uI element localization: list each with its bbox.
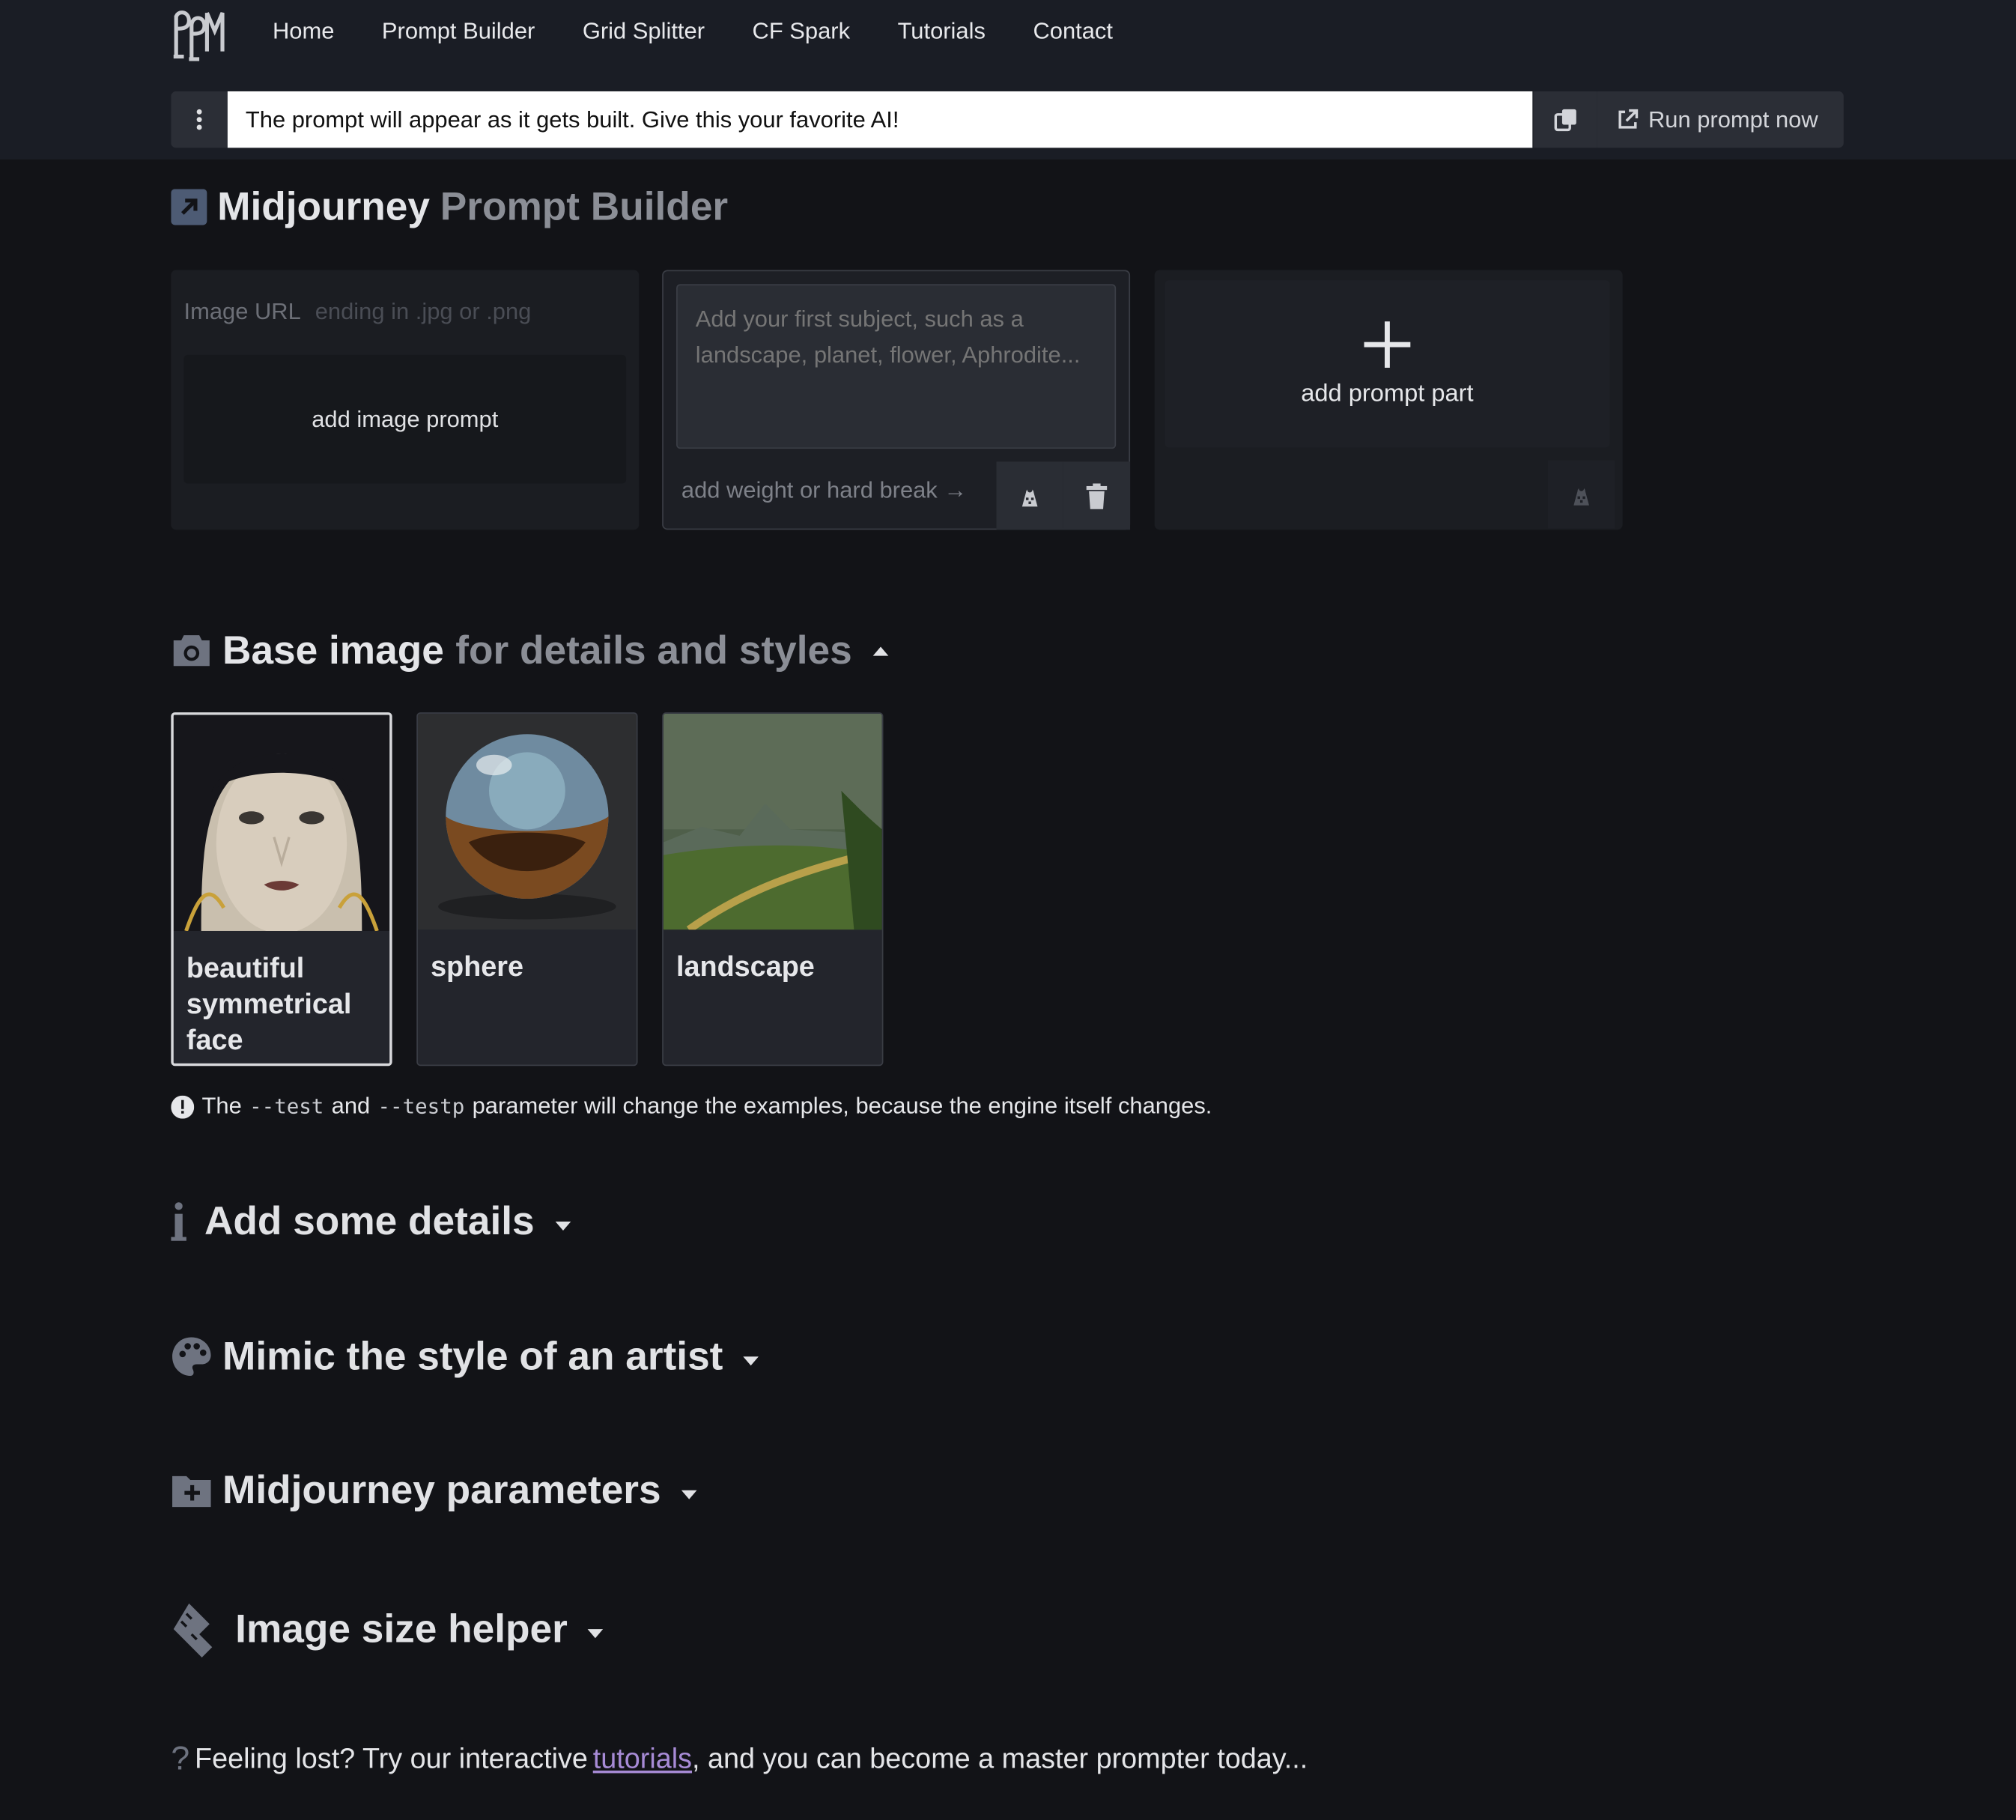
base-image-tile-landscape[interactable]: landscape bbox=[662, 712, 884, 1067]
base-image-title: Base image bbox=[222, 627, 444, 673]
palette-icon bbox=[172, 1337, 211, 1376]
note-post: parameter will change the examples, beca… bbox=[472, 1093, 1212, 1119]
title-muted: Prompt Builder bbox=[440, 183, 729, 229]
external-link-icon bbox=[1618, 109, 1639, 129]
footer-pre: Feeling lost? Try our interactive bbox=[195, 1741, 588, 1774]
title-strong: Midjourney bbox=[217, 183, 431, 229]
add-image-prompt-label: add image prompt bbox=[312, 405, 499, 431]
page-title: Midjourney Prompt Builder bbox=[171, 184, 728, 231]
base-image-tile-sphere[interactable]: sphere bbox=[416, 712, 638, 1067]
note-mid: and bbox=[331, 1093, 371, 1119]
nav-home[interactable]: Home bbox=[273, 18, 334, 45]
chevron-down-icon bbox=[681, 1489, 697, 1499]
image-prompt-card: Image URL ending in .jpg or .png add ima… bbox=[171, 270, 640, 530]
nav-grid-splitter[interactable]: Grid Splitter bbox=[583, 18, 705, 45]
note-code-testp: --testp bbox=[377, 1093, 465, 1119]
add-part-card: add prompt part bbox=[1154, 270, 1623, 530]
help-footer: ? Feeling lost? Try our interactive tuto… bbox=[171, 1738, 1308, 1778]
landscape-thumbnail bbox=[663, 713, 882, 933]
subject-card: add weight or hard break → bbox=[662, 270, 1131, 530]
tile-label: beautiful symmetrical face bbox=[186, 951, 352, 1056]
question-icon: ? bbox=[171, 1738, 190, 1777]
artist-title: Mimic the style of an artist bbox=[222, 1333, 723, 1379]
engine-note: The --test and --testp parameter will ch… bbox=[171, 1093, 1212, 1120]
copy-prompt-button[interactable] bbox=[1532, 91, 1597, 148]
note-pre: The bbox=[201, 1093, 242, 1119]
prompt-menu-button[interactable] bbox=[171, 91, 228, 148]
base-image-subtitle: for details and styles bbox=[455, 627, 852, 673]
info-icon bbox=[171, 1202, 186, 1241]
top-bar: Home Prompt Builder Grid Splitter CF Spa… bbox=[0, 0, 2016, 160]
artist-section-header[interactable]: Mimic the style of an artist bbox=[171, 1333, 759, 1380]
site-logo[interactable] bbox=[171, 5, 228, 62]
main-nav: Home Prompt Builder Grid Splitter CF Spa… bbox=[273, 18, 1113, 45]
note-code-test: --test bbox=[249, 1093, 324, 1119]
base-image-tile-face[interactable]: beautiful symmetrical face bbox=[171, 712, 392, 1067]
add-weight-link[interactable]: add weight or hard break → bbox=[681, 477, 967, 504]
arrow-square-icon bbox=[171, 189, 207, 225]
tutorials-link[interactable]: tutorials bbox=[593, 1741, 692, 1775]
weight-lock-icon bbox=[1021, 486, 1038, 506]
nav-tutorials[interactable]: Tutorials bbox=[898, 18, 986, 45]
copy-icon bbox=[1553, 109, 1576, 132]
sphere-thumbnail bbox=[417, 713, 637, 930]
run-prompt-label: Run prompt now bbox=[1648, 106, 1818, 132]
parameters-section-header[interactable]: Midjourney parameters bbox=[171, 1466, 697, 1514]
image-url-label: Image URL bbox=[183, 298, 301, 324]
add-prompt-part-button[interactable]: add prompt part bbox=[1165, 280, 1610, 448]
vertical-dots-icon bbox=[196, 109, 202, 130]
lock-part-button[interactable] bbox=[996, 461, 1063, 530]
details-section-header[interactable]: Add some details bbox=[171, 1198, 571, 1245]
details-title: Add some details bbox=[204, 1198, 535, 1244]
camera-icon bbox=[173, 635, 210, 667]
image-size-title: Image size helper bbox=[235, 1606, 568, 1651]
run-prompt-button[interactable]: Run prompt now bbox=[1597, 91, 1844, 148]
add-prompt-part-label: add prompt part bbox=[1301, 380, 1474, 408]
weight-lock-icon bbox=[1573, 485, 1589, 505]
chevron-down-icon bbox=[743, 1356, 759, 1365]
subject-textarea[interactable] bbox=[676, 284, 1117, 449]
image-size-section-header[interactable]: Image size helper bbox=[171, 1601, 604, 1657]
image-url-placeholder: ending in .jpg or .png bbox=[315, 298, 532, 324]
ruler-icon bbox=[173, 1603, 213, 1657]
base-image-header[interactable]: Base image for details and styles bbox=[171, 627, 888, 674]
face-thumbnail bbox=[173, 715, 390, 934]
plus-icon bbox=[1364, 321, 1411, 368]
image-url-input[interactable]: Image URL ending in .jpg or .png bbox=[184, 298, 532, 325]
chevron-down-icon bbox=[588, 1628, 604, 1638]
footer-post: , and you can become a master prompter t… bbox=[692, 1741, 1308, 1774]
lock-new-part-button[interactable] bbox=[1548, 460, 1615, 529]
prompt-output-field[interactable] bbox=[227, 91, 1533, 148]
folder-plus-icon bbox=[172, 1475, 211, 1508]
tile-label: landscape bbox=[676, 950, 815, 983]
exclamation-circle-icon bbox=[171, 1094, 195, 1118]
caret-up-icon bbox=[872, 646, 888, 655]
parameters-title: Midjourney parameters bbox=[222, 1466, 661, 1512]
nav-contact[interactable]: Contact bbox=[1033, 18, 1113, 45]
nav-cf-spark[interactable]: CF Spark bbox=[753, 18, 851, 45]
prompt-bar: Run prompt now bbox=[171, 91, 1844, 148]
delete-part-button[interactable] bbox=[1063, 461, 1131, 530]
chevron-down-icon bbox=[555, 1221, 571, 1231]
nav-prompt-builder[interactable]: Prompt Builder bbox=[382, 18, 535, 45]
trash-icon bbox=[1086, 482, 1108, 509]
add-image-prompt-area[interactable]: add image prompt bbox=[183, 354, 627, 484]
tile-label: sphere bbox=[431, 950, 524, 983]
